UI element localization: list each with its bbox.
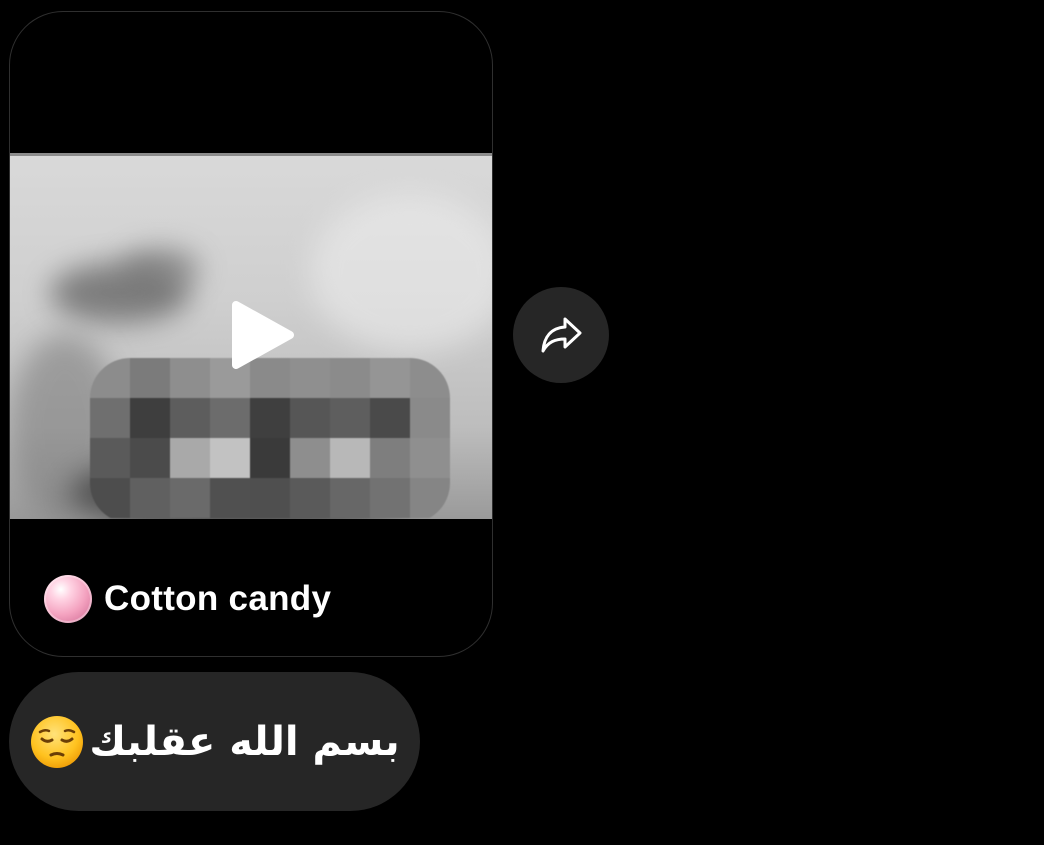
play-icon[interactable] — [222, 295, 302, 375]
blur-shape — [120, 248, 200, 288]
pensive-face-emoji — [31, 715, 84, 768]
share-arrow-icon — [541, 317, 582, 353]
message-content: بسم الله عقلبك — [29, 714, 400, 770]
message-bubble[interactable]: بسم الله عقلبك — [9, 672, 420, 811]
message-text: بسم الله عقلبك — [89, 718, 400, 765]
reel-video-preview[interactable] — [10, 153, 492, 519]
shared-reel-card[interactable]: Cotton candy — [9, 11, 493, 657]
blur-shape — [310, 193, 492, 353]
avatar[interactable] — [44, 575, 92, 623]
share-button[interactable] — [513, 287, 609, 383]
author-name[interactable]: Cotton candy — [104, 579, 331, 619]
reel-author[interactable]: Cotton candy — [44, 575, 331, 623]
chat-thread: Cotton candy بسم الله عقلبك — [0, 0, 1044, 845]
video-top-edge — [10, 153, 492, 156]
censored-mosaic — [90, 358, 450, 519]
